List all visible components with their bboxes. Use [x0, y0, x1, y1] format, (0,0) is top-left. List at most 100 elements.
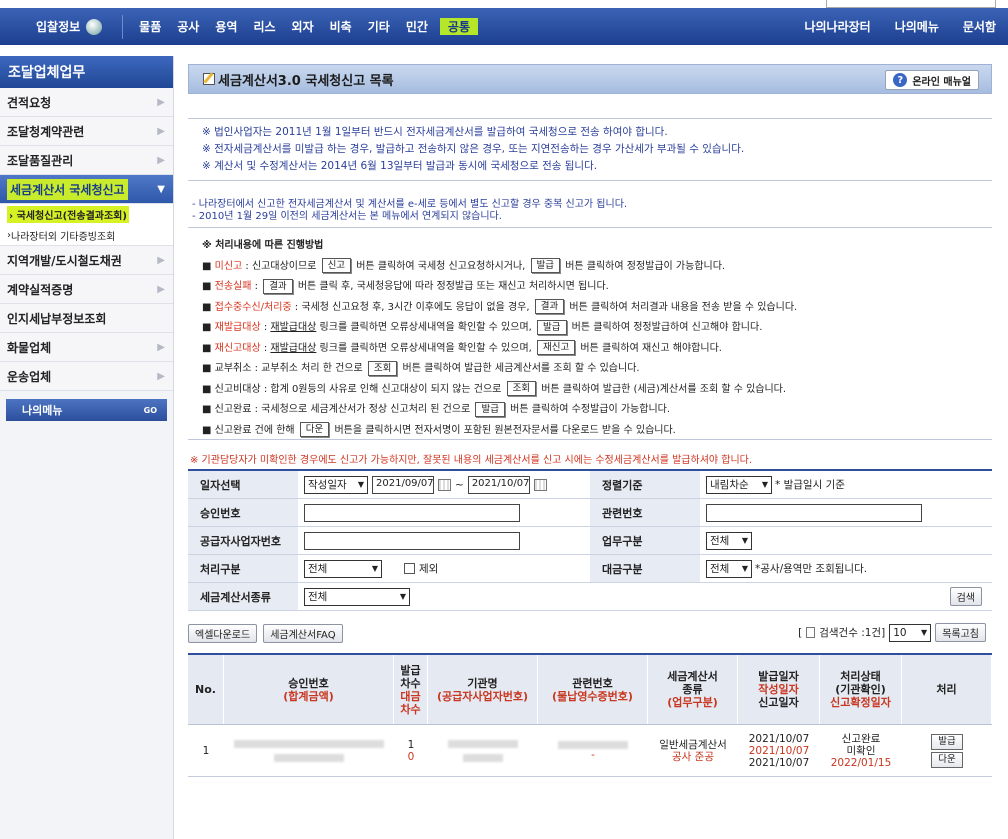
approval-input[interactable] [304, 503, 520, 522]
sidebar-item-label: 계약실적증명 [7, 282, 74, 297]
sidebar-item-performance[interactable]: 계약실적증명 ▶ [0, 275, 173, 304]
sidebar-my-menu[interactable]: 나의메뉴 GO [6, 399, 167, 421]
online-manual-button[interactable]: ? 온라인 매뉴얼 [885, 70, 979, 90]
sidebar-item-quality[interactable]: 조달품질관리 ▶ [0, 146, 173, 175]
sidebar-sub-label: 나라장터외 기타증빙조회 [11, 231, 116, 243]
reissue-link[interactable]: 재발급대상 [270, 322, 316, 333]
nav-home-label: 입찰정보 [36, 20, 81, 34]
nav-cat-service[interactable]: 용역 [207, 18, 245, 35]
notice-line: ※ 법인사업자는 2011년 1월 1일부터 반드시 전자세금계산서를 발급하여… [202, 126, 668, 138]
sort-note: * 발급일시 기준 [775, 479, 845, 491]
sidebar-item-cargo[interactable]: 화물업체 ▶ [0, 333, 173, 362]
col-status: 처리상태 (기관확인) 신고확정일자 [820, 655, 902, 724]
cell-action: 발급 다운 [902, 725, 992, 776]
sidebar-item-transport[interactable]: 운송업체 ▶ [0, 362, 173, 391]
class-select[interactable]: 전체 ▼ [706, 559, 752, 578]
nav-cat-private[interactable]: 민간 [398, 18, 436, 35]
top-search-box[interactable] [826, 0, 996, 8]
sort-select[interactable]: 내림차순 ▼ [706, 475, 772, 494]
date-tilde: ~ [455, 478, 464, 491]
sidebar-item-label: 화물업체 [7, 340, 52, 355]
nav-my-narajangteo[interactable]: 나의나라장터 [792, 18, 882, 35]
globe-icon [86, 18, 103, 35]
nav-cat-construction[interactable]: 공사 [169, 18, 207, 35]
result-button[interactable]: 결과 [263, 278, 293, 294]
page-size-select[interactable]: 10 ▼ [889, 623, 932, 642]
type-select[interactable]: 전체 ▼ [304, 587, 410, 606]
view-button[interactable]: 조회 [506, 381, 537, 396]
calendar-icon[interactable] [438, 478, 451, 491]
sidebar: 조달업체업무 견적요청 ▶ 조달청계약관련 ▶ 조달품질관리 ▶ 세금계산서 국세청신… [0, 56, 174, 839]
result-count: 검색건수 :1건] [819, 627, 886, 639]
page-header: 세금계산서3.0 국세청신고 목록 ? 온라인 매뉴얼 [188, 64, 992, 94]
row-download-button[interactable]: 다운 [931, 751, 963, 768]
chevron-right-icon: ▶ [157, 254, 165, 266]
issue-button[interactable]: 발급 [530, 258, 561, 273]
sort-label: 정렬기준 [590, 471, 700, 498]
related-input[interactable] [706, 503, 922, 522]
main-content: 세금계산서3.0 국세청신고 목록 ? 온라인 매뉴얼 ※ 법인사업자는 201… [188, 64, 992, 777]
biz-select[interactable]: 전체 ▼ [706, 531, 752, 550]
reissue-link[interactable]: 재발급대상 [270, 343, 316, 354]
process-guide: ※ 처리내용에 따른 진행방법 ■ 미신고 : 신고대상이므로 신고 버튼 클릭… [188, 228, 992, 440]
issue-button[interactable]: 발급 [475, 401, 505, 417]
sidebar-sub-report-result[interactable]: › 국세청신고(전송결과조회) [0, 204, 173, 225]
date-from-input[interactable]: 2021/09/07 [372, 475, 434, 494]
rereport-button[interactable]: 재신고 [537, 340, 576, 355]
nav-cat-goods[interactable]: 물품 [131, 18, 169, 35]
pencil-icon [203, 73, 215, 85]
nav-my-menu[interactable]: 나의메뉴 [883, 18, 951, 35]
sidebar-item-label: 조달청계약관련 [7, 124, 85, 139]
sidebar-item-quote[interactable]: 견적요청 ▶ [0, 88, 173, 117]
chevron-right-icon: ▶ [157, 154, 165, 166]
result-button[interactable]: 결과 [534, 299, 565, 314]
sidebar-item-stamp-tax[interactable]: 인지세납부정보조회 [0, 304, 173, 333]
refresh-list-button[interactable]: 목록고침 [935, 623, 986, 642]
sidebar-sub-label: › 국세청신고(전송결과조회) [7, 206, 129, 223]
warning-text: ※ 기관담당자가 미확인한 경우에도 신고가 가능하지만, 잘못된 내용의 세금… [190, 455, 753, 466]
cell-agency [428, 725, 538, 776]
sidebar-item-tax-invoice[interactable]: 세금계산서 국세청신고 ▼ [0, 175, 173, 204]
nav-documents[interactable]: 문서함 [951, 18, 1008, 35]
nav-cat-stockpile[interactable]: 비축 [322, 18, 360, 35]
row-issue-button[interactable]: 발급 [931, 733, 963, 750]
excel-download-button[interactable]: 엑셀다운로드 [188, 623, 258, 643]
download-button[interactable]: 다운 [299, 422, 330, 437]
exclude-checkbox[interactable] [404, 563, 415, 574]
notice-line: ※ 전자세금계산서를 미발급 하는 경우, 발급하고 전송하지 않은 경우, 또… [202, 143, 745, 155]
faq-button[interactable]: 세금계산서FAQ [263, 623, 343, 643]
nav-separator [122, 14, 124, 39]
col-kind: 세금계산서 종류 (업무구분) [648, 655, 738, 724]
calendar-icon[interactable] [533, 478, 547, 491]
proc-label: 처리구분 [188, 555, 298, 582]
col-dates: 발급일자 작성일자 신고일자 [738, 655, 820, 724]
supplier-input[interactable] [304, 531, 520, 550]
nav-home[interactable]: 입찰정보 [0, 18, 114, 35]
nav-cat-etc[interactable]: 기타 [360, 18, 398, 35]
class-label: 대금구분 [590, 555, 700, 582]
nav-cat-foreign[interactable]: 외자 [284, 18, 322, 35]
my-menu-label: 나의메뉴 [22, 404, 63, 417]
search-button[interactable]: 검색 [949, 587, 982, 606]
process-line: ■ 교부취소 : 교부취소 처리 한 건으로 조회 버튼 클릭하여 발급한 세금… [202, 360, 640, 376]
sidebar-title: 조달업체업무 [0, 56, 173, 88]
chevron-down-icon: ▼ [921, 628, 928, 637]
proc-select[interactable]: 전체 ▼ [304, 559, 382, 578]
sidebar-item-label: 인지세납부정보조회 [7, 311, 107, 326]
cell-approval [224, 725, 394, 776]
help-icon: ? [893, 73, 908, 87]
related-field [700, 499, 992, 526]
date-to-input[interactable]: 2021/10/07 [467, 475, 530, 494]
date-type-select[interactable]: 작성일자 ▼ [304, 475, 368, 494]
list-tools: 엑셀다운로드 세금계산서FAQ [ 검색건수 :1건] 10 ▼ 목록고침 [188, 623, 992, 643]
nav-cat-common[interactable]: 공통 [439, 18, 479, 35]
sidebar-item-bonds[interactable]: 지역개발/도시철도채권 ▶ [0, 246, 173, 275]
view-button[interactable]: 조회 [367, 360, 398, 376]
sidebar-item-label: 지역개발/도시철도채권 [7, 253, 122, 268]
report-button[interactable]: 신고 [321, 258, 352, 273]
nav-cat-lease[interactable]: 리스 [245, 18, 283, 35]
col-agency: 기관명 (공급자사업자번호) [428, 655, 538, 724]
issue-button[interactable]: 발급 [537, 319, 567, 335]
sidebar-sub-other-evidence[interactable]: › 나라장터외 기타증빙조회 [0, 225, 173, 246]
sidebar-item-contract[interactable]: 조달청계약관련 ▶ [0, 117, 173, 146]
